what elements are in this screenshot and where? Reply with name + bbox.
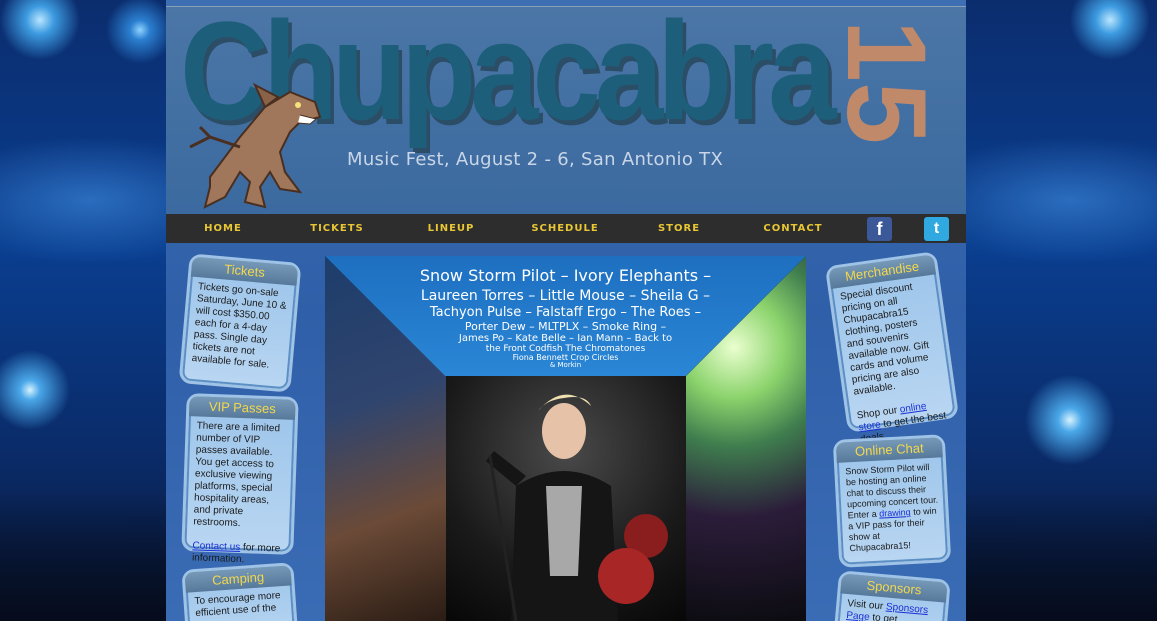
merchandise-box: Merchandise Special discount pricing on … (824, 251, 960, 445)
tickets-text: Tickets go on-sale Saturday, June 10 & w… (191, 281, 287, 371)
lineup-row: Porter Dew – MLTPLX – Smoke Ring – (464, 320, 667, 333)
tagline: Music Fest, August 2 - 6, San Antonio TX (347, 149, 724, 170)
lineup-stage-image: Snow Storm Pilot – Ivory Elephants – Lau… (325, 256, 806, 621)
twitter-icon[interactable]: t (924, 217, 949, 241)
vip-text: There are a limited number of VIP passes… (184, 416, 295, 568)
drawing-link[interactable]: drawing (879, 507, 911, 519)
facebook-icon[interactable]: f (867, 217, 892, 241)
sponsors-after: to get (869, 612, 898, 621)
nav-tickets[interactable]: TICKETS (280, 223, 394, 234)
lineup-row: Snow Storm Pilot – Ivory Elephants – (419, 266, 712, 285)
lineup-row: Laureen Torres – Little Mouse – Sheila G… (420, 288, 711, 304)
nav-contact[interactable]: CONTACT (736, 223, 850, 234)
merchandise-text: Special discount pricing on all Chupacab… (831, 274, 958, 447)
contact-us-link[interactable]: Contact us (192, 540, 240, 553)
online-chat-text: Snow Storm Pilot will be hosting an onli… (837, 457, 948, 554)
year-mark: 15 (824, 19, 949, 145)
vip-box: VIP Passes There are a limited number of… (181, 393, 299, 565)
camping-box: Camping To encourage more efficient use … (181, 562, 299, 621)
sponsors-box: Sponsors Visit our Sponsors Page to get (833, 570, 951, 621)
merchandise-description: Special discount pricing on all Chupacab… (839, 281, 930, 398)
nav-store[interactable]: STORE (622, 223, 736, 234)
lineup-row: & Morkin (549, 361, 582, 369)
page-container: Chupacabra 15 Music Fest, August 2 - 6, … (166, 0, 966, 621)
nav-home[interactable]: HOME (166, 223, 280, 234)
online-chat-box: Online Chat Snow Storm Pilot will be hos… (832, 434, 952, 568)
singer-image (446, 376, 686, 621)
site-header: Chupacabra 15 Music Fest, August 2 - 6, … (166, 1, 966, 214)
lineup-row: James Po – Kate Belle – Ian Mann – Back … (458, 333, 673, 344)
nav-schedule[interactable]: SCHEDULE (508, 223, 622, 234)
lineup-row: Tachyon Pulse – Falstaff Ergo – The Roes… (429, 305, 702, 320)
camping-text: To encourage more efficient use of the s… (194, 590, 281, 621)
singer-figure-icon (486, 394, 668, 621)
vip-description: There are a limited number of VIP passes… (193, 420, 281, 530)
chupacabra-mascot-icon (189, 82, 322, 209)
main-nav: HOME TICKETS LINEUP SCHEDULE STORE CONTA… (166, 214, 966, 243)
tickets-box: Tickets Tickets go on-sale Saturday, Jun… (178, 253, 302, 393)
nav-lineup[interactable]: LINEUP (394, 223, 508, 234)
